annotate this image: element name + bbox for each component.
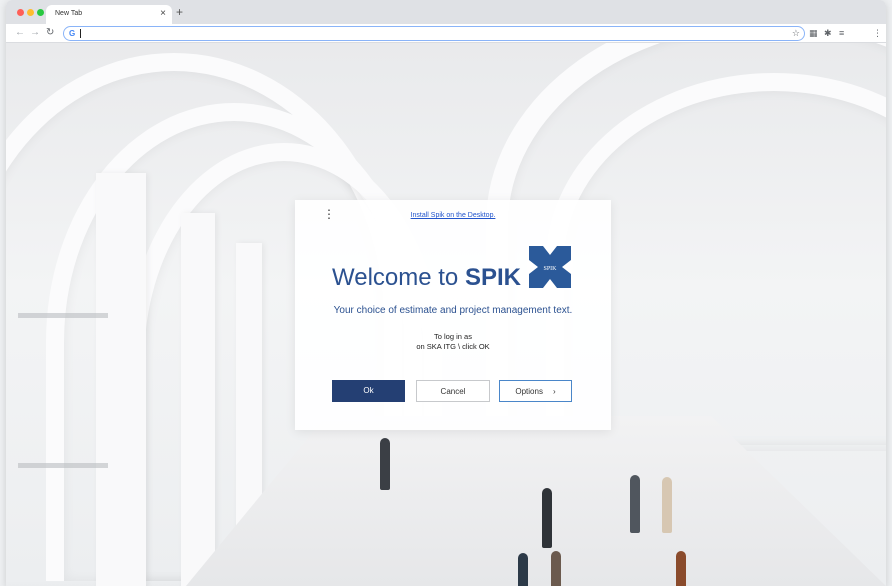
background-person bbox=[630, 475, 640, 533]
google-icon: G bbox=[69, 29, 76, 38]
welcome-dialog: ⋮ Install Spik on the Desktop. Welcome t… bbox=[295, 200, 611, 430]
spik-logo-icon: SPIK bbox=[527, 244, 573, 290]
back-icon[interactable]: ← bbox=[15, 26, 25, 40]
login-prompt-line2: on SKA ITG \ click OK bbox=[416, 342, 490, 351]
options-label: Options bbox=[515, 387, 543, 396]
tab-strip: New Tab × + bbox=[6, 0, 886, 24]
reload-icon[interactable]: ↻ bbox=[46, 26, 54, 40]
browser-window: New Tab × + ← → ↻ G ☆ ▦ ✱ ≡ ⋮ ⋮ Install … bbox=[6, 0, 886, 586]
cancel-button[interactable]: Cancel bbox=[416, 380, 490, 402]
background-railing bbox=[18, 313, 108, 318]
login-prompt-line1: To log in as bbox=[434, 332, 472, 341]
background-person bbox=[518, 553, 528, 586]
background-person bbox=[380, 438, 390, 490]
maximize-window-button[interactable] bbox=[37, 9, 44, 16]
close-window-button[interactable] bbox=[17, 9, 24, 16]
browser-toolbar: ← → ↻ G ☆ ▦ ✱ ≡ ⋮ bbox=[6, 24, 886, 43]
welcome-heading: Welcome to SPIK bbox=[332, 264, 521, 292]
browser-menu-icon[interactable]: ⋮ bbox=[873, 26, 882, 40]
reading-list-icon[interactable]: ≡ bbox=[839, 26, 844, 40]
new-tab-button[interactable]: + bbox=[176, 5, 183, 19]
install-desktop-link[interactable]: Install Spik on the Desktop. bbox=[295, 212, 611, 219]
background-column bbox=[181, 213, 215, 586]
background-person bbox=[542, 488, 552, 548]
tab-new-tab[interactable]: New Tab × bbox=[46, 5, 172, 24]
logo-text: SPIK bbox=[543, 266, 557, 272]
background-person bbox=[676, 551, 686, 586]
welcome-prefix: Welcome to bbox=[332, 264, 459, 291]
page-background: ⋮ Install Spik on the Desktop. Welcome t… bbox=[6, 43, 886, 586]
ok-button[interactable]: Ok bbox=[332, 380, 405, 402]
tab-title: New Tab bbox=[55, 10, 83, 17]
background-railing bbox=[18, 463, 108, 468]
address-bar[interactable]: G ☆ bbox=[63, 26, 805, 41]
chevron-right-icon: › bbox=[552, 387, 556, 396]
background-person bbox=[662, 477, 672, 533]
options-button[interactable]: Options › bbox=[499, 380, 572, 402]
background-person bbox=[551, 551, 561, 586]
tagline: Your choice of estimate and project mana… bbox=[333, 305, 573, 316]
extension-icon[interactable]: ▦ bbox=[809, 26, 818, 40]
background-column bbox=[96, 173, 146, 586]
forward-icon[interactable]: → bbox=[30, 26, 40, 40]
text-caret bbox=[80, 29, 81, 38]
puzzle-icon[interactable]: ✱ bbox=[824, 26, 832, 40]
brand-name: SPIK bbox=[464, 264, 521, 291]
close-icon[interactable]: × bbox=[160, 8, 166, 20]
minimize-window-button[interactable] bbox=[27, 9, 34, 16]
bookmark-star-icon[interactable]: ☆ bbox=[792, 27, 800, 40]
